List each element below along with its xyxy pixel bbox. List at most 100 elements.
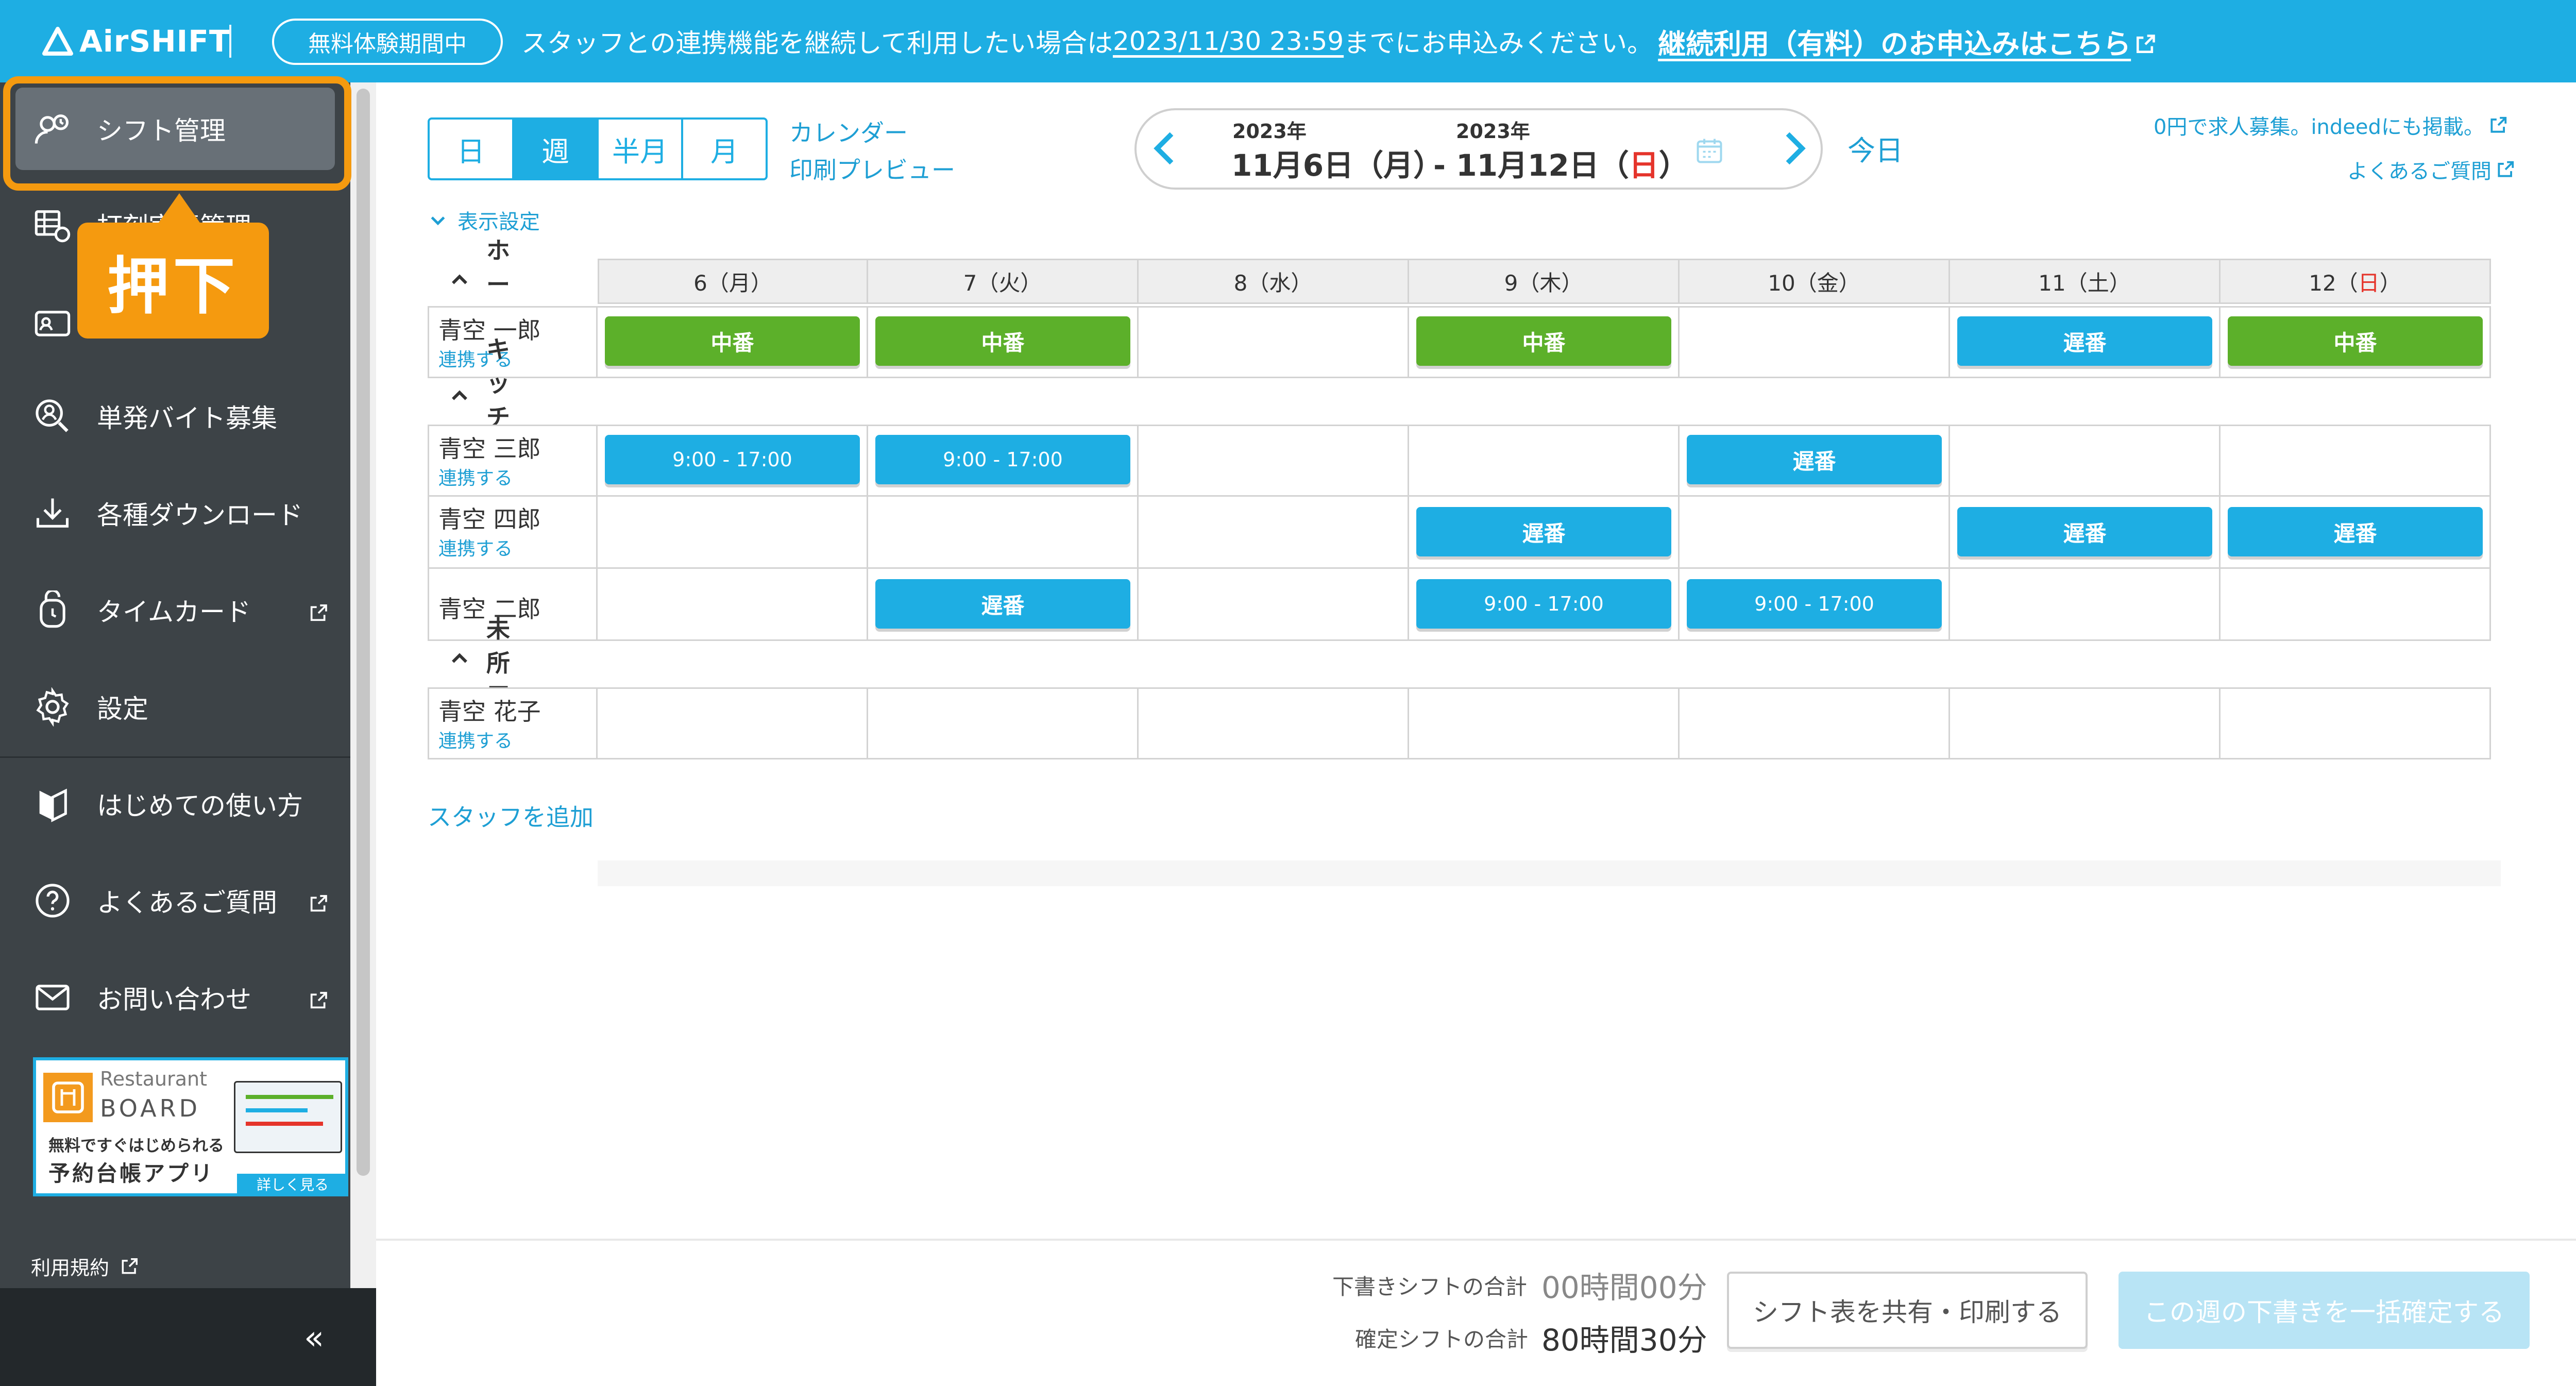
external-link-icon — [2498, 161, 2514, 177]
shift-chip[interactable]: 遅番 — [1416, 507, 1671, 556]
shift-chip[interactable]: 遅番 — [1957, 507, 2212, 556]
end-date: - 11月12日（日） — [1433, 141, 1689, 184]
staff-name-cell: 青空 三郎 連携する — [428, 425, 598, 497]
shift-chip[interactable]: 9:00 - 17:00 — [875, 435, 1130, 484]
staff-name: 青空 花子 — [438, 698, 541, 725]
timecard-records-icon — [29, 201, 76, 248]
shift-cell[interactable] — [1680, 497, 1950, 569]
restaurant-board-banner[interactable]: Restaurant BOARD 無料ですぐはじめられる 予約台帳アプリ 詳しく… — [33, 1057, 348, 1196]
confirmed-total-value: 80時間30分 — [1541, 1323, 1707, 1358]
shift-cell[interactable] — [1139, 569, 1409, 641]
banner-cta-button[interactable]: 詳しく見る — [237, 1174, 348, 1194]
sidebar-item-faq[interactable]: よくあるご質問 — [0, 870, 350, 932]
staff-connect-link[interactable]: 連携する — [438, 463, 513, 490]
sidebar-item-timecard[interactable]: タイムカード — [0, 579, 350, 641]
shift-cell[interactable] — [1139, 687, 1409, 759]
job-posting-link[interactable]: 0円で求人募集。indeedにも掲載。 — [2154, 110, 2508, 140]
shift-chip[interactable]: 遅番 — [1957, 316, 2212, 366]
faq-link[interactable]: よくあるご質問 — [2347, 155, 2515, 184]
app-logo[interactable]: AirSHIFT — [41, 21, 230, 62]
calendar-icon — [1697, 139, 1722, 163]
shift-cell[interactable] — [1680, 306, 1950, 378]
group-header[interactable]: ホール — [448, 236, 510, 332]
share-print-button[interactable]: シフト表を共有・印刷する — [1727, 1272, 2088, 1349]
prev-week-button[interactable] — [1151, 130, 1180, 169]
group-header[interactable]: キッチン — [448, 335, 510, 465]
shift-cell[interactable] — [1950, 687, 2221, 759]
shift-cell[interactable] — [1680, 687, 1950, 759]
sidebar-item-settings[interactable]: 設定 — [0, 676, 350, 738]
view-mode-half-month[interactable]: 半月 — [597, 117, 683, 180]
shift-cell[interactable] — [598, 497, 868, 569]
sidebar-item-label: タイムカード — [97, 597, 251, 627]
sidebar-item-label: お問い合わせ — [97, 985, 251, 1015]
chevron-left-icon — [1154, 132, 1174, 165]
shift-cell[interactable] — [1409, 687, 1680, 759]
shift-chip[interactable]: 中番 — [875, 316, 1130, 366]
shift-chip[interactable]: 中番 — [605, 316, 860, 366]
view-mode-week[interactable]: 週 — [512, 117, 599, 180]
calendar-link[interactable]: カレンダー — [789, 114, 908, 148]
add-staff-link[interactable]: スタッフを追加 — [428, 799, 594, 833]
chevron-up-icon — [448, 385, 471, 413]
shift-cell[interactable] — [868, 687, 1139, 759]
staff-connect-link[interactable]: 連携する — [438, 534, 513, 561]
calendar-picker-button[interactable] — [1694, 135, 1725, 168]
draft-total-label: 下書きシフトの合計 — [1332, 1274, 1528, 1299]
sidebar-item-label: 各種ダウンロード — [97, 500, 303, 530]
external-link-icon — [308, 890, 329, 920]
confirm-week-drafts-button[interactable]: この週の下書きを一括確定する — [2119, 1272, 2530, 1349]
shift-cell[interactable] — [2221, 687, 2491, 759]
sidebar-item-downloads[interactable]: 各種ダウンロード — [0, 482, 350, 544]
shift-chip[interactable]: 遅番 — [875, 579, 1130, 629]
shift-cell[interactable] — [2221, 569, 2491, 641]
annotation-highlight-frame — [3, 76, 351, 191]
sidebar-collapse-button[interactable]: « — [304, 1319, 324, 1357]
display-settings-toggle[interactable]: 表示設定 — [428, 205, 540, 235]
shift-cell[interactable] — [1139, 425, 1409, 497]
logo-text: AirSHIFT — [79, 24, 230, 59]
shift-chip[interactable]: 遅番 — [2228, 507, 2483, 556]
shift-cell[interactable] — [1139, 497, 1409, 569]
sidebar-item-getting-started[interactable]: はじめての使い方 — [0, 773, 350, 835]
shift-cell[interactable] — [2221, 425, 2491, 497]
shift-cell[interactable] — [1950, 569, 2221, 641]
table-header-day: 7（火） — [868, 259, 1139, 304]
draft-total-value: 00時間00分 — [1541, 1270, 1707, 1305]
shift-cell[interactable] — [1409, 425, 1680, 497]
sidebar-item-part-time-recruit[interactable]: 単発バイト募集 — [0, 385, 350, 447]
shift-cell[interactable] — [1139, 306, 1409, 378]
shift-chip[interactable]: 中番 — [1416, 316, 1671, 366]
print-preview-link[interactable]: 印刷プレビュー — [789, 151, 955, 185]
shift-cell[interactable] — [598, 687, 868, 759]
next-week-button[interactable] — [1780, 130, 1808, 169]
part-time-recruit-icon — [29, 393, 76, 440]
staff-name-cell: 青空 四郎 連携する — [428, 497, 598, 569]
shift-chip[interactable]: 9:00 - 17:00 — [1416, 579, 1671, 629]
external-link-icon — [308, 987, 329, 1017]
shift-chip[interactable]: 遅番 — [1687, 435, 1942, 484]
shift-cell[interactable] — [1950, 425, 2221, 497]
shift-cell[interactable] — [598, 569, 868, 641]
annotation-pointer — [158, 193, 201, 224]
chevron-down-icon — [431, 216, 445, 226]
beginner-icon — [29, 780, 76, 827]
view-mode-day[interactable]: 日 — [428, 117, 514, 180]
sidebar-item-contact[interactable]: お問い合わせ — [0, 967, 350, 1028]
chevron-right-icon — [1786, 132, 1806, 165]
terms-link[interactable]: 利用規約 — [31, 1252, 139, 1280]
today-button[interactable]: 今日 — [1848, 128, 1903, 168]
group-header[interactable]: 未所属 — [448, 615, 510, 711]
continue-subscription-link[interactable]: 継続利用（有料）のお申込みはこちら — [1658, 21, 2157, 62]
staff-name: 青空 三郎 — [438, 435, 541, 463]
shift-chip[interactable]: 中番 — [2228, 316, 2483, 366]
shift-chip[interactable]: 9:00 - 17:00 — [1687, 579, 1942, 629]
staff-connect-link[interactable]: 連携する — [438, 726, 513, 753]
shift-cell[interactable] — [868, 497, 1139, 569]
table-header-day: 8（水） — [1139, 259, 1409, 304]
top-banner: AirSHIFT 無料体験期間中 スタッフとの連携機能を継続して利用したい場合は… — [0, 0, 2576, 82]
view-mode-month[interactable]: 月 — [681, 117, 768, 180]
sidebar-scrollbar-thumb[interactable] — [357, 89, 370, 1176]
start-year: 2023年 — [1232, 120, 1307, 143]
shift-chip[interactable]: 9:00 - 17:00 — [605, 435, 860, 484]
